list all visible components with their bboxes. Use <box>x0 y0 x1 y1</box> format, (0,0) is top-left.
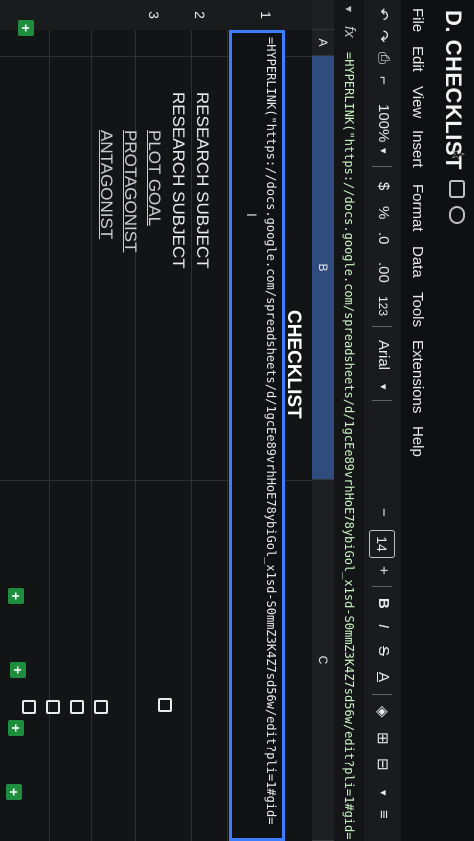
row-header-3[interactable]: 3 <box>146 0 162 30</box>
gridline <box>49 30 50 841</box>
menu-view[interactable]: View <box>409 86 426 118</box>
checklist-link[interactable]: PLOT GOAL <box>144 130 164 226</box>
menu-data[interactable]: Data <box>409 246 426 278</box>
star-icon[interactable]: ☆ <box>447 146 468 162</box>
menu-insert[interactable]: Insert <box>409 130 426 168</box>
sheet-grid: CHECKLIST =HYPERLINK("https://docs.googl… <box>0 30 312 841</box>
column-header-b[interactable]: B <box>312 56 334 480</box>
divider <box>372 166 392 167</box>
menu-tools[interactable]: Tools <box>409 292 426 327</box>
menu-format[interactable]: Format <box>409 184 426 232</box>
sheets-window: D. CHECKLIST ☆ File Edit View Insert For… <box>0 0 474 841</box>
active-cell[interactable]: =HYPERLINK("https://docs.google.com/spre… <box>229 30 285 841</box>
text-cursor-icon: I <box>244 213 260 217</box>
menu-bar: File Edit View Insert Format Data Tools … <box>402 0 432 841</box>
chevron-down-icon[interactable]: ▾ <box>377 384 390 390</box>
menu-help[interactable]: Help <box>409 426 426 457</box>
menu-file[interactable]: File <box>409 8 426 32</box>
row-header-1[interactable]: 1 <box>258 0 274 30</box>
zoom-select[interactable]: 100% <box>375 104 392 142</box>
print-icon[interactable]: ⎙ <box>375 52 392 64</box>
row-headers: 1 2 3 <box>0 0 312 30</box>
italic-button[interactable]: I <box>375 624 392 628</box>
text-color-icon[interactable]: A <box>375 672 392 682</box>
checklist-item[interactable]: RESEARCH SUBJECT <box>168 92 188 269</box>
font-size-increase-button[interactable]: + <box>375 566 392 575</box>
bold-button[interactable]: B <box>375 598 392 609</box>
add-button[interactable]: + <box>18 20 34 36</box>
name-box-dropdown-icon[interactable]: ▾ <box>342 6 356 12</box>
checkbox[interactable] <box>22 700 36 714</box>
gridline <box>227 30 228 841</box>
currency-button[interactable]: $ <box>375 182 392 190</box>
font-size-decrease-button[interactable]: − <box>375 508 392 517</box>
cell-formula-text[interactable]: =HYPERLINK("https://docs.google.com/spre… <box>264 37 278 824</box>
divider <box>372 586 392 587</box>
divider <box>372 400 392 401</box>
menu-edit[interactable]: Edit <box>409 46 426 72</box>
column-header-c[interactable]: C <box>312 480 334 841</box>
horizontal-align-icon[interactable]: ≡ <box>375 810 392 819</box>
column-headers: A B C <box>312 0 334 841</box>
divider <box>372 694 392 695</box>
decrease-decimal-button[interactable]: .0 <box>375 232 392 245</box>
redo-icon[interactable]: ↷ <box>374 30 392 43</box>
borders-icon[interactable]: ⊞ <box>374 732 392 745</box>
add-button[interactable]: + <box>8 720 24 736</box>
paint-format-icon[interactable]: ⌐ <box>375 76 392 85</box>
checklist-item[interactable]: RESEARCH SUBJECT <box>192 92 212 269</box>
divider <box>372 326 392 327</box>
percent-button[interactable]: % <box>375 206 392 219</box>
toolbar: ↶ ↷ ⎙ ⌐ 100% ▾ $ % .0 .00 123 Arial ▾ − … <box>364 0 400 841</box>
formula-input[interactable]: =HYPERLINK("https://docs.google.com/spre… <box>342 52 356 839</box>
checkbox[interactable] <box>94 700 108 714</box>
strikethrough-icon[interactable]: S <box>375 646 392 656</box>
move-folder-icon[interactable] <box>449 180 465 198</box>
column-header-a[interactable]: A <box>312 30 334 56</box>
merge-cells-icon[interactable]: ⊟ <box>374 758 392 771</box>
title-bar: D. CHECKLIST ☆ <box>432 0 474 841</box>
undo-icon[interactable]: ↶ <box>374 8 392 21</box>
checklist-link[interactable]: ANTAGONIST <box>96 130 116 239</box>
number-format-button[interactable]: 123 <box>376 296 390 316</box>
font-select[interactable]: Arial <box>375 340 392 370</box>
menu-extensions[interactable]: Extensions <box>409 340 426 413</box>
chevron-down-icon[interactable]: ▾ <box>377 148 390 154</box>
add-button[interactable]: + <box>8 588 24 604</box>
formula-bar: ▾ fx =HYPERLINK("https://docs.google.com… <box>333 0 362 841</box>
checklist-link[interactable]: PROTAGONIST <box>120 130 140 252</box>
add-button[interactable]: + <box>10 662 26 678</box>
checkbox[interactable] <box>70 700 84 714</box>
font-size-input[interactable]: 14 <box>369 530 395 558</box>
gridline <box>91 30 92 841</box>
row-header-2[interactable]: 2 <box>192 0 208 30</box>
fx-icon: fx <box>341 26 358 38</box>
chevron-down-icon[interactable]: ▾ <box>377 790 390 796</box>
checkbox[interactable] <box>158 698 172 712</box>
add-button[interactable]: + <box>6 784 22 800</box>
increase-decimal-button[interactable]: .00 <box>375 262 392 283</box>
fill-color-icon[interactable]: ◈ <box>374 706 392 718</box>
checklist-header[interactable]: CHECKLIST <box>282 310 304 419</box>
checkbox[interactable] <box>46 700 60 714</box>
select-all-corner[interactable] <box>312 0 334 30</box>
cloud-status-icon[interactable] <box>449 206 465 224</box>
